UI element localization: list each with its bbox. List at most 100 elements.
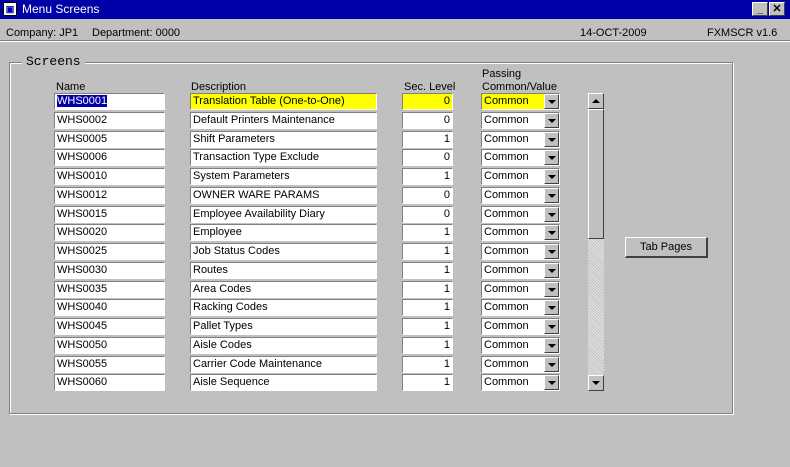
- description-field[interactable]: OWNER WARE PARAMS: [190, 187, 377, 204]
- passing-select[interactable]: Common: [481, 206, 560, 223]
- passing-value: Common: [484, 170, 529, 182]
- name-field[interactable]: WHS0006: [54, 149, 165, 166]
- sec-level-field[interactable]: 1: [402, 262, 453, 279]
- name-field[interactable]: WHS0001: [54, 93, 165, 110]
- description-field[interactable]: Aisle Sequence: [190, 374, 377, 391]
- form-id-label: FXMSCR v1.6: [707, 27, 778, 39]
- sec-level-field[interactable]: 0: [402, 187, 453, 204]
- chevron-down-icon[interactable]: [544, 150, 559, 165]
- description-field[interactable]: Area Codes: [190, 281, 377, 298]
- passing-select[interactable]: Common: [481, 374, 560, 391]
- name-field[interactable]: WHS0050: [54, 337, 165, 354]
- name-field[interactable]: WHS0002: [54, 112, 165, 129]
- chevron-down-icon[interactable]: [544, 169, 559, 184]
- passing-select[interactable]: Common: [481, 112, 560, 129]
- passing-select[interactable]: Common: [481, 131, 560, 148]
- description-field[interactable]: Employee: [190, 224, 377, 241]
- passing-select[interactable]: Common: [481, 187, 560, 204]
- passing-select[interactable]: Common: [481, 299, 560, 316]
- chevron-down-icon[interactable]: [544, 375, 559, 390]
- chevron-down-icon[interactable]: [544, 132, 559, 147]
- chevron-down-icon[interactable]: [544, 319, 559, 334]
- description-field[interactable]: Shift Parameters: [190, 131, 377, 148]
- table-row: WHS0035 Area Codes 1 Common: [0, 281, 790, 299]
- name-field[interactable]: WHS0060: [54, 374, 165, 391]
- description-field[interactable]: Pallet Types: [190, 318, 377, 335]
- name-field[interactable]: WHS0020: [54, 224, 165, 241]
- sec-level-header: Sec. Level: [404, 81, 456, 93]
- sec-level-field[interactable]: 1: [402, 356, 453, 373]
- chevron-down-icon[interactable]: [544, 282, 559, 297]
- description-field[interactable]: Racking Codes: [190, 299, 377, 316]
- table-row: WHS0010 System Parameters 1 Common: [0, 168, 790, 186]
- description-field[interactable]: Job Status Codes: [190, 243, 377, 260]
- name-field[interactable]: WHS0035: [54, 281, 165, 298]
- passing-select[interactable]: Common: [481, 262, 560, 279]
- chevron-down-icon[interactable]: [544, 244, 559, 259]
- passing-select[interactable]: Common: [481, 93, 560, 110]
- sec-level-field[interactable]: 1: [402, 243, 453, 260]
- name-value: WHS0002: [57, 114, 108, 126]
- passing-value: Common: [484, 320, 529, 332]
- sec-level-field[interactable]: 1: [402, 224, 453, 241]
- sec-level-field[interactable]: 1: [402, 337, 453, 354]
- passing-select[interactable]: Common: [481, 356, 560, 373]
- close-button[interactable]: ✕: [769, 2, 785, 16]
- passing-select[interactable]: Common: [481, 337, 560, 354]
- sec-level-field[interactable]: 1: [402, 131, 453, 148]
- name-field[interactable]: WHS0040: [54, 299, 165, 316]
- description-field[interactable]: System Parameters: [190, 168, 377, 185]
- name-field[interactable]: WHS0030: [54, 262, 165, 279]
- passing-select[interactable]: Common: [481, 318, 560, 335]
- description-field[interactable]: Default Printers Maintenance: [190, 112, 377, 129]
- chevron-down-icon[interactable]: [544, 225, 559, 240]
- sec-level-field[interactable]: 0: [402, 93, 453, 110]
- sec-level-field[interactable]: 0: [402, 149, 453, 166]
- sec-level-field[interactable]: 1: [402, 281, 453, 298]
- chevron-down-icon[interactable]: [544, 263, 559, 278]
- name-field[interactable]: WHS0015: [54, 206, 165, 223]
- passing-select[interactable]: Common: [481, 243, 560, 260]
- description-field[interactable]: Transaction Type Exclude: [190, 149, 377, 166]
- passing-value: Common: [484, 339, 529, 351]
- chevron-down-icon[interactable]: [544, 113, 559, 128]
- description-field[interactable]: Employee Availability Diary: [190, 206, 377, 223]
- table-row: WHS0045 Pallet Types 1 Common: [0, 318, 790, 336]
- chevron-down-icon[interactable]: [544, 338, 559, 353]
- passing-select[interactable]: Common: [481, 224, 560, 241]
- scroll-thumb[interactable]: [588, 109, 604, 239]
- sec-level-field[interactable]: 1: [402, 318, 453, 335]
- sec-level-field[interactable]: 1: [402, 168, 453, 185]
- section-title: Screens: [22, 54, 85, 69]
- passing-value: Common: [484, 358, 529, 370]
- scroll-up-icon[interactable]: [588, 93, 604, 109]
- name-field[interactable]: WHS0005: [54, 131, 165, 148]
- description-field[interactable]: Aisle Codes: [190, 337, 377, 354]
- name-field[interactable]: WHS0012: [54, 187, 165, 204]
- name-value: WHS0006: [57, 151, 108, 163]
- description-field[interactable]: Routes: [190, 262, 377, 279]
- name-field[interactable]: WHS0045: [54, 318, 165, 335]
- chevron-down-icon[interactable]: [544, 94, 559, 109]
- chevron-down-icon[interactable]: [544, 188, 559, 203]
- chevron-down-icon[interactable]: [544, 207, 559, 222]
- chevron-down-icon[interactable]: [544, 357, 559, 372]
- sec-level-field[interactable]: 0: [402, 112, 453, 129]
- sec-level-field[interactable]: 1: [402, 299, 453, 316]
- minimize-button[interactable]: _: [752, 2, 768, 16]
- description-field[interactable]: Carrier Code Maintenance: [190, 356, 377, 373]
- passing-select[interactable]: Common: [481, 168, 560, 185]
- name-field[interactable]: WHS0055: [54, 356, 165, 373]
- passing-select[interactable]: Common: [481, 149, 560, 166]
- chevron-down-icon[interactable]: [544, 300, 559, 315]
- sec-level-field[interactable]: 0: [402, 206, 453, 223]
- sec-level-field[interactable]: 1: [402, 374, 453, 391]
- name-field[interactable]: WHS0025: [54, 243, 165, 260]
- tab-pages-button[interactable]: Tab Pages: [625, 237, 708, 258]
- name-field[interactable]: WHS0010: [54, 168, 165, 185]
- passing-select[interactable]: Common: [481, 281, 560, 298]
- description-field[interactable]: Translation Table (One-to-One): [190, 93, 377, 110]
- scroll-down-icon[interactable]: [588, 375, 604, 391]
- vertical-scrollbar[interactable]: [588, 93, 604, 391]
- company-label: Company: JP1: [6, 27, 79, 39]
